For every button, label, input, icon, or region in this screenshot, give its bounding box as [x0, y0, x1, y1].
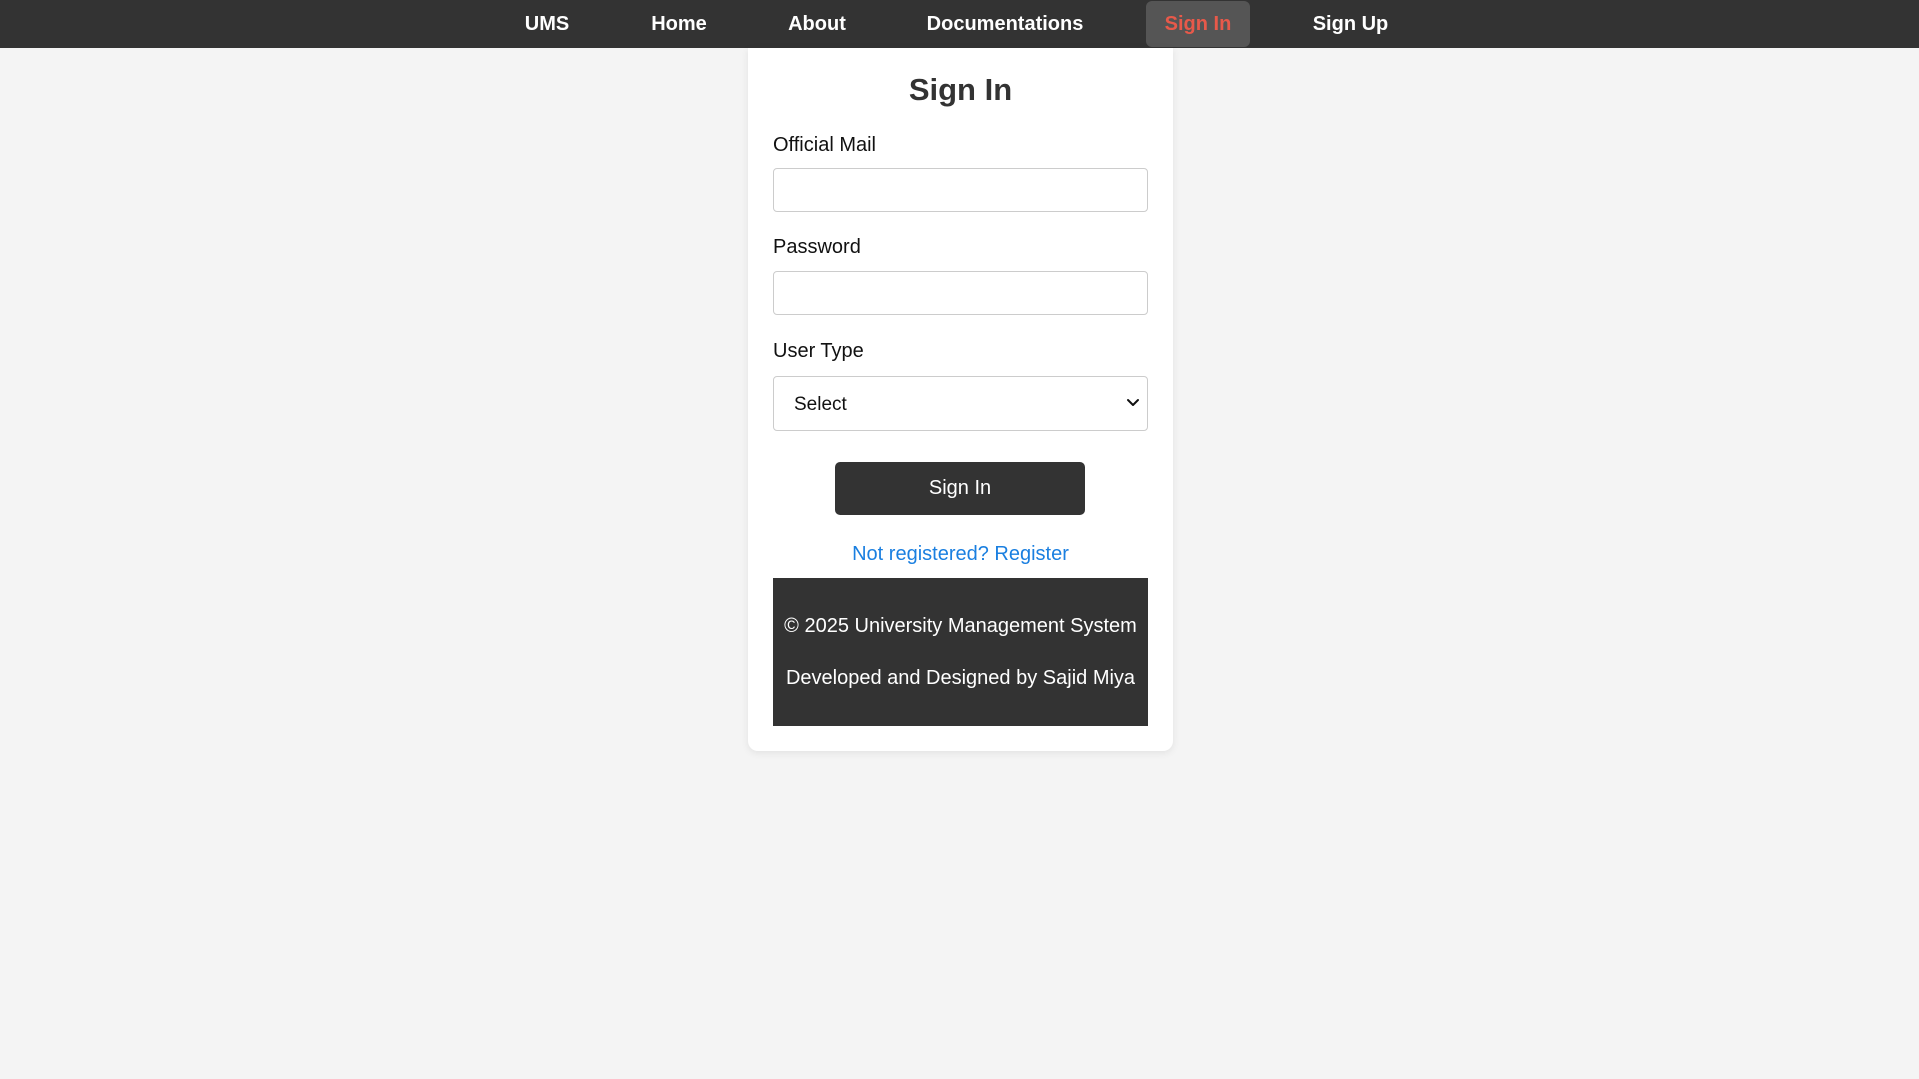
register-link[interactable]: Not registered? Register — [748, 544, 1173, 564]
password-label: Password — [773, 236, 861, 258]
nav-sign-in-link[interactable]: Sign In — [1146, 1, 1250, 47]
user-type-selected-value: Select — [794, 394, 847, 415]
top-navbar: UMS Home About Documentations Sign In Si… — [0, 0, 1919, 48]
footer: © 2025 University Management System Deve… — [773, 578, 1148, 726]
official-mail-label: Official Mail — [773, 134, 876, 156]
page-title: Sign In — [908, 72, 1013, 107]
chevron-down-icon — [1127, 399, 1139, 406]
password-input[interactable] — [773, 271, 1148, 315]
nav-documentations-link[interactable]: Documentations — [915, 0, 1095, 48]
nav-about-link[interactable]: About — [777, 0, 857, 48]
footer-credit: Developed and Designed by Sajid Miya — [785, 667, 1136, 689]
sign-in-card: Sign In Official Mail Password User Type… — [748, 48, 1173, 751]
nav-home-link[interactable]: Home — [640, 0, 718, 48]
nav-brand-ums[interactable]: UMS — [512, 0, 582, 48]
user-type-select[interactable]: Select — [773, 376, 1148, 431]
sign-in-button[interactable]: Sign In — [835, 462, 1085, 515]
footer-copyright: © 2025 University Management System — [784, 615, 1137, 637]
official-mail-input[interactable] — [773, 168, 1148, 212]
user-type-label: User Type — [773, 340, 864, 362]
nav-sign-up-link[interactable]: Sign Up — [1303, 0, 1398, 48]
